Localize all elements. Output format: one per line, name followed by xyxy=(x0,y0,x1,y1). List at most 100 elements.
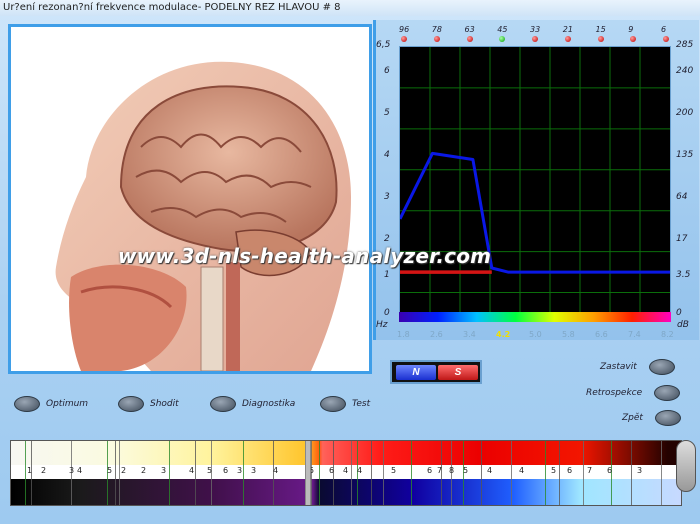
diagnostika-knob[interactable] xyxy=(210,396,236,412)
spectrum-line xyxy=(411,441,412,505)
right-axis-tick: 240 xyxy=(676,66,694,76)
x-axis-tick: 2.6 xyxy=(430,330,443,339)
top-scale-label: 21 xyxy=(562,25,573,34)
test-button[interactable]: Test xyxy=(320,396,370,412)
spectrum-line xyxy=(583,441,584,505)
x-axis-tick: 7.4 xyxy=(628,330,641,339)
top-scale-indicator-dot xyxy=(532,36,538,42)
top-scale-label: 45 xyxy=(497,25,508,34)
x-axis-tick: 6.6 xyxy=(595,330,608,339)
spectrum-scroll-knob[interactable] xyxy=(676,440,696,492)
left-axis-tick: 4 xyxy=(384,150,390,160)
spectrum-number: 6 xyxy=(427,466,433,475)
spectrum-number: 4 xyxy=(189,466,195,475)
s-button[interactable]: S xyxy=(438,365,478,380)
test-label: Test xyxy=(352,399,371,409)
x-axis-tick: 5.8 xyxy=(562,330,575,339)
top-scale-label: 6 xyxy=(661,25,667,34)
spectrum-line xyxy=(371,441,372,505)
optimum-label: Optimum xyxy=(46,399,89,409)
right-axis-tick: 200 xyxy=(676,108,694,118)
optimum-button[interactable]: Optimum xyxy=(14,396,88,412)
spectrum-number: 4 xyxy=(77,466,83,475)
spectrum-line xyxy=(169,441,170,505)
shodit-label: Shodit xyxy=(150,399,179,409)
zastavit-knob[interactable] xyxy=(648,359,675,375)
spectrum-line xyxy=(481,441,482,505)
spectrum-line xyxy=(25,441,26,505)
retrospekce-knob[interactable] xyxy=(654,385,681,401)
spectrum-number: 3 xyxy=(637,466,643,475)
diagnostika-button[interactable]: Diagnostika xyxy=(210,396,295,412)
test-knob[interactable] xyxy=(320,396,346,412)
head-section-image xyxy=(55,61,351,371)
top-scale-label: 96 xyxy=(399,25,410,34)
right-axis-tick: 17 xyxy=(676,234,688,244)
top-scale-indicator-dot xyxy=(433,36,440,42)
x-axis-tick: 4.2 xyxy=(496,330,511,339)
left-axis-tick: 0 xyxy=(384,308,390,318)
spectrum-line xyxy=(661,441,662,505)
right-axis-unit: dB xyxy=(677,320,689,330)
n-button[interactable]: N xyxy=(396,365,436,380)
spectrum-number: 5 xyxy=(107,466,113,475)
spectrum-number: 6 xyxy=(223,466,229,475)
spectrum-number: 6 xyxy=(607,466,613,475)
top-scale-label: 9 xyxy=(628,25,634,34)
left-axis-tick: 1 xyxy=(384,270,390,280)
spectrum-cursor[interactable] xyxy=(305,441,311,505)
shodit-knob[interactable] xyxy=(118,396,144,412)
spectrum-number: 5 xyxy=(207,466,213,475)
zpet-button[interactable]: Zpět xyxy=(622,410,681,426)
retrospekce-button[interactable]: Retrospekce xyxy=(586,385,681,401)
spectrum-number: 5 xyxy=(391,466,397,475)
spectrum-number: 2 xyxy=(121,466,127,475)
spectrum-line xyxy=(631,441,632,505)
spectrum-number: 5 xyxy=(551,466,557,475)
zastavit-button[interactable]: Zastavit xyxy=(600,359,675,375)
spectrum-line xyxy=(119,441,120,505)
spectrum-line xyxy=(195,441,196,505)
spectrum-line xyxy=(243,441,244,505)
left-axis-tick: 3 xyxy=(384,192,390,202)
right-axis-tick: 135 xyxy=(676,150,694,160)
spectrum-number: 4 xyxy=(487,466,493,475)
top-scale-indicator-dot xyxy=(597,36,604,42)
top-scale-indicator-dot xyxy=(663,36,669,42)
spectrum-number: 6 xyxy=(567,466,573,475)
left-axis-tick: 2 xyxy=(384,234,390,244)
top-scale-indicator-dot xyxy=(401,36,407,42)
zpet-label: Zpět xyxy=(622,413,643,423)
spectrum-line xyxy=(319,441,320,505)
x-axis-tick: 8.2 xyxy=(661,330,674,339)
watermark-text: www.3d-nls-health-analyzer.com xyxy=(118,244,492,268)
spectrum-number: 8 xyxy=(449,466,455,475)
spectrum-number: 7 xyxy=(587,466,593,475)
spectrum-bottom-band xyxy=(11,479,681,505)
spectrum-number: 3 xyxy=(69,466,75,475)
top-scale-indicator-dot xyxy=(564,36,571,42)
left-axis-tick: 5 xyxy=(384,108,390,118)
zpet-knob[interactable] xyxy=(654,410,681,426)
spectrum-number: 4 xyxy=(273,466,279,475)
top-scale-label: 15 xyxy=(595,25,606,34)
shodit-button[interactable]: Shodit xyxy=(118,396,179,412)
spectrum-line xyxy=(351,441,352,505)
spectrum-number: 3 xyxy=(237,466,243,475)
optimum-knob[interactable] xyxy=(14,396,40,412)
polarity-toggle: N S xyxy=(390,360,482,384)
spectrum-line xyxy=(511,441,512,505)
top-scale-label: 78 xyxy=(431,25,442,34)
zastavit-label: Zastavit xyxy=(600,362,637,372)
x-axis-tick: 3.4 xyxy=(463,330,476,339)
spectrum-number: 4 xyxy=(519,466,525,475)
frequency-plot-svg xyxy=(398,47,670,313)
spectrum-top-band-overlay xyxy=(11,441,681,465)
left-axis-tick: 6,5 xyxy=(376,40,391,50)
top-scale-label: 63 xyxy=(464,25,475,34)
frequency-spectrum-strip[interactable]: 123452234563345644567854456763 xyxy=(10,440,682,506)
spectrum-line xyxy=(383,441,384,505)
right-axis-tick: 3.5 xyxy=(676,270,691,280)
spectrum-number: 4 xyxy=(357,466,363,475)
anatomy-image-panel xyxy=(8,24,372,374)
